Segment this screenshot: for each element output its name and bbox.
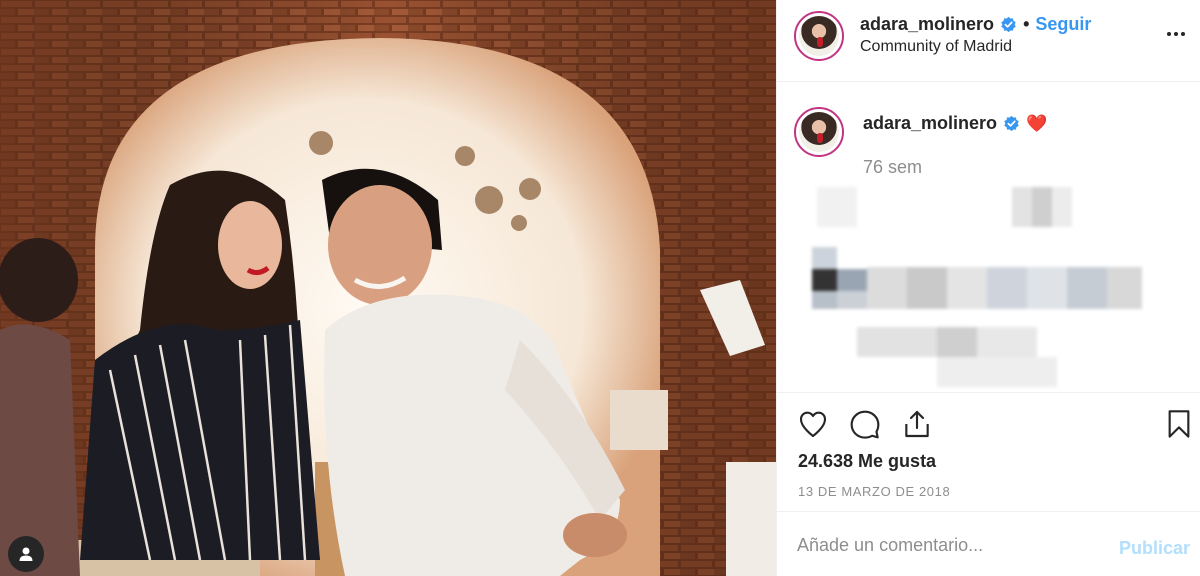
comment-input[interactable]: [797, 535, 1097, 556]
share-icon[interactable]: [900, 407, 934, 441]
heart-emoji: ❤️: [1026, 113, 1048, 133]
avatar[interactable]: [794, 107, 844, 157]
heart-icon[interactable]: [796, 407, 830, 441]
post-date[interactable]: 13 DE MARZO DE 2018: [798, 484, 950, 499]
like-count[interactable]: 24.638 Me gusta: [798, 451, 936, 472]
post-photo[interactable]: [0, 0, 776, 576]
publish-button[interactable]: Publicar: [1119, 538, 1190, 559]
couple-photo-illustration: [0, 0, 776, 576]
more-options-icon[interactable]: [1164, 22, 1188, 46]
blurred-comment: [812, 187, 1200, 392]
post-sidebar: adara_molinero • Seguir Community of Mad…: [776, 0, 1200, 576]
username-link[interactable]: adara_molinero: [860, 14, 994, 35]
verified-badge-icon: [1001, 16, 1016, 33]
bookmark-icon[interactable]: [1162, 407, 1196, 441]
location-link[interactable]: Community of Madrid: [860, 38, 1012, 56]
avatar[interactable]: [794, 11, 844, 61]
post-header: adara_molinero • Seguir Community of Mad…: [777, 0, 1200, 82]
verified-badge-icon: [1004, 115, 1019, 132]
username-link[interactable]: adara_molinero: [863, 113, 997, 134]
post-author: adara_molinero • Seguir: [860, 14, 1091, 35]
action-bar: 24.638 Me gusta 13 DE MARZO DE 2018: [777, 392, 1200, 512]
comment-icon[interactable]: [848, 407, 882, 441]
caption-timestamp[interactable]: 76 sem: [863, 157, 922, 178]
comment-form: Publicar: [777, 513, 1200, 576]
caption-author: adara_molinero ❤️: [863, 113, 1047, 134]
follow-button[interactable]: Seguir: [1035, 14, 1091, 35]
separator-dot: •: [1023, 14, 1030, 34]
caption-section: adara_molinero ❤️ 76 sem: [777, 82, 1200, 392]
user-tag-icon[interactable]: [8, 536, 44, 572]
